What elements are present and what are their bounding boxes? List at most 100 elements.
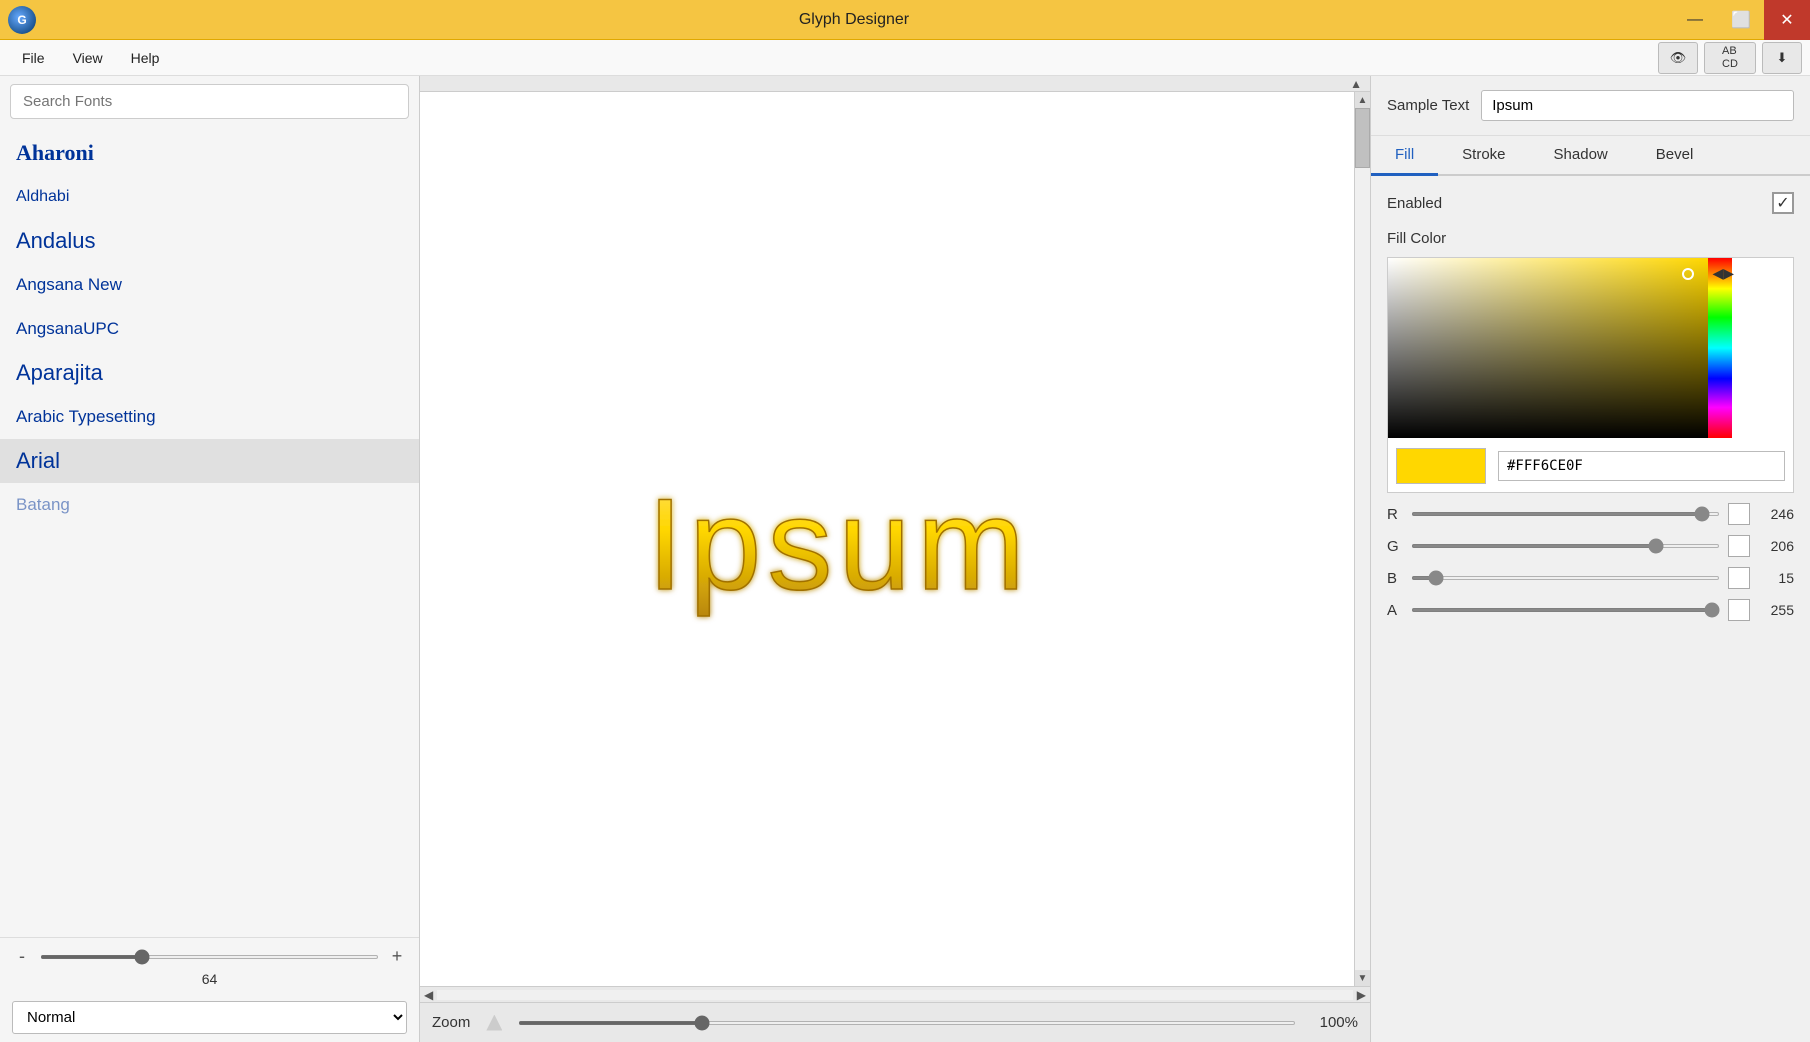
menubar: File View Help 👁 ABCD ⬇ xyxy=(0,40,1810,76)
main-layout: Aharoni Aldhabi Andalus Angsana New Angs… xyxy=(0,76,1810,1042)
scroll-left-arrow[interactable]: ◀ xyxy=(420,988,437,1002)
canvas-scroll-top: ▲ xyxy=(420,76,1370,92)
sample-text-row: Sample Text xyxy=(1371,76,1810,136)
fill-panel: Enabled ✓ Fill Color ◀▶ xyxy=(1371,176,1810,637)
color-picker: ◀▶ xyxy=(1387,257,1794,493)
canvas-content-row: Ipsum ▲ ▼ xyxy=(420,92,1370,986)
a-value: 255 xyxy=(1758,602,1794,618)
export-icon: ⬇ xyxy=(1777,50,1788,66)
g-label: G xyxy=(1387,538,1403,555)
size-decrease-button[interactable]: - xyxy=(12,946,32,967)
font-item-arabic-typesetting[interactable]: Arabic Typesetting xyxy=(0,395,419,439)
a-row: A 255 xyxy=(1387,599,1794,621)
sample-text-label: Sample Text xyxy=(1387,97,1469,114)
color-picker-dot xyxy=(1682,268,1694,280)
r-slider[interactable] xyxy=(1411,512,1720,516)
tab-shadow[interactable]: Shadow xyxy=(1530,136,1632,176)
color-hex-input[interactable] xyxy=(1498,451,1785,481)
tab-fill[interactable]: Fill xyxy=(1371,136,1438,176)
scroll-top-arrow[interactable]: ▲ xyxy=(1346,77,1366,91)
fill-color-label: Fill Color xyxy=(1387,230,1794,247)
tabs-row: Fill Stroke Shadow Bevel xyxy=(1371,136,1810,176)
color-swatch[interactable] xyxy=(1396,448,1486,484)
enabled-checkbox[interactable]: ✓ xyxy=(1772,192,1794,214)
scroll-v-up-button[interactable]: ▲ xyxy=(1355,92,1370,108)
tab-stroke[interactable]: Stroke xyxy=(1438,136,1529,176)
a-thumb-box xyxy=(1728,599,1750,621)
canvas-text: Ipsum xyxy=(647,471,1031,617)
color-gradient-area[interactable] xyxy=(1388,258,1708,438)
font-item-aparajita[interactable]: Aparajita xyxy=(0,351,419,395)
ab-cd-button[interactable]: ABCD xyxy=(1704,42,1756,74)
canvas-footer: ◀ ▶ Zoom 100% xyxy=(420,986,1370,1042)
enabled-label: Enabled xyxy=(1387,195,1442,212)
eye-icon: 👁 xyxy=(1670,50,1687,66)
search-input[interactable] xyxy=(10,84,409,119)
font-style-select[interactable]: Normal Bold Italic Bold Italic xyxy=(12,1001,407,1034)
color-swatch-row xyxy=(1388,448,1793,492)
color-spectrum[interactable]: ◀▶ xyxy=(1708,258,1732,438)
g-row: G 206 xyxy=(1387,535,1794,557)
canvas-area: ▲ xyxy=(420,76,1370,1042)
b-value: 15 xyxy=(1758,570,1794,586)
spectrum-arrow: ◀▶ xyxy=(1712,266,1734,280)
g-thumb-box xyxy=(1728,535,1750,557)
font-list-container: Aharoni Aldhabi Andalus Angsana New Angs… xyxy=(0,127,419,937)
left-panel: Aharoni Aldhabi Andalus Angsana New Angs… xyxy=(0,76,420,1042)
b-slider[interactable] xyxy=(1411,576,1720,580)
font-size-controls: - + 64 xyxy=(0,937,419,995)
zoom-value: 100% xyxy=(1308,1014,1358,1031)
color-picker-row: ◀▶ xyxy=(1388,258,1793,438)
font-size-value: 64 xyxy=(12,971,407,987)
a-slider[interactable] xyxy=(1411,608,1720,612)
font-item-batang[interactable]: Batang xyxy=(0,483,419,527)
zoom-label: Zoom xyxy=(432,1014,470,1031)
scroll-v-track xyxy=(1355,108,1370,970)
style-dropdown-row: Normal Bold Italic Bold Italic xyxy=(0,995,419,1042)
menu-file[interactable]: File xyxy=(8,46,59,70)
menu-help[interactable]: Help xyxy=(117,46,174,70)
font-item-andalus[interactable]: Andalus xyxy=(0,219,419,263)
zoom-slider[interactable] xyxy=(518,1021,1296,1025)
r-label: R xyxy=(1387,506,1403,523)
titlebar: G Glyph Designer — ⬜ ✕ xyxy=(0,0,1810,40)
tab-bevel[interactable]: Bevel xyxy=(1632,136,1718,176)
a-label: A xyxy=(1387,602,1403,619)
font-item-angsana-new[interactable]: Angsana New xyxy=(0,263,419,307)
export-button[interactable]: ⬇ xyxy=(1762,42,1802,74)
preview-button[interactable]: 👁 xyxy=(1658,42,1698,74)
text-preview-icon: ABCD xyxy=(1722,45,1738,69)
app-title: Glyph Designer xyxy=(36,11,1672,29)
menu-view[interactable]: View xyxy=(59,46,117,70)
app-logo: G xyxy=(8,6,36,34)
font-item-aldhabi[interactable]: Aldhabi xyxy=(0,175,419,219)
g-value: 206 xyxy=(1758,538,1794,554)
r-value: 246 xyxy=(1758,506,1794,522)
size-increase-button[interactable]: + xyxy=(387,946,407,967)
minimize-button[interactable]: — xyxy=(1672,0,1718,40)
r-thumb-box xyxy=(1728,503,1750,525)
font-item-arial[interactable]: Arial xyxy=(0,439,419,483)
close-button[interactable]: ✕ xyxy=(1764,0,1810,40)
sample-text-input[interactable] xyxy=(1481,90,1794,121)
scroll-v-down-button[interactable]: ▼ xyxy=(1355,970,1370,986)
font-item-aharoni[interactable]: Aharoni xyxy=(0,131,419,175)
zoom-bar: Zoom 100% xyxy=(420,1002,1370,1042)
canvas-main[interactable]: Ipsum xyxy=(420,92,1354,986)
enabled-row: Enabled ✓ xyxy=(1387,192,1794,214)
font-list: Aharoni Aldhabi Andalus Angsana New Angs… xyxy=(0,127,419,937)
restore-button[interactable]: ⬜ xyxy=(1718,0,1764,40)
size-slider[interactable] xyxy=(40,955,379,959)
toolbar: 👁 ABCD ⬇ xyxy=(1658,42,1802,74)
scroll-v-thumb[interactable] xyxy=(1355,108,1370,168)
g-slider[interactable] xyxy=(1411,544,1720,548)
right-panel: Sample Text Fill Stroke Shadow Bevel Ena… xyxy=(1370,76,1810,1042)
sample-text-svg: Ipsum xyxy=(637,439,1137,639)
b-thumb-box xyxy=(1728,567,1750,589)
canvas-scroll-v: ▲ ▼ xyxy=(1354,92,1370,986)
logo-icon: G xyxy=(17,13,26,27)
b-label: B xyxy=(1387,570,1403,587)
zoom-slider-thumb[interactable] xyxy=(486,1015,502,1031)
font-item-angsanaupc[interactable]: AngsanaUPC xyxy=(0,307,419,351)
scroll-right-arrow[interactable]: ▶ xyxy=(1353,988,1370,1002)
